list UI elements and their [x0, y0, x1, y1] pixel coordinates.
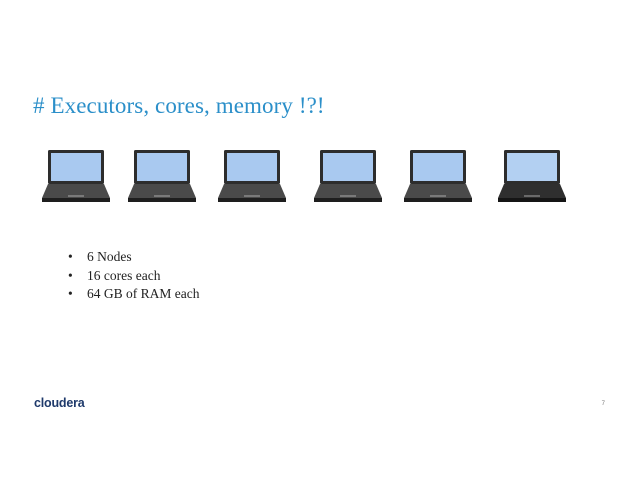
laptop-icon: [218, 148, 288, 204]
laptop-row: [0, 148, 638, 208]
laptop-icon: [498, 148, 568, 204]
bullet-item: • 64 GB of RAM each: [68, 285, 199, 304]
bullet-text: 16 cores each: [87, 267, 161, 283]
slide-title: # Executors, cores, memory !?!: [33, 93, 325, 118]
page-number: 7: [601, 401, 605, 407]
bullet-list: • 6 Nodes • 16 cores each • 64 GB of RAM…: [68, 248, 199, 304]
bullet-marker: •: [68, 249, 73, 264]
laptop-icon: [42, 148, 112, 204]
bullet-marker: •: [68, 286, 73, 301]
bullet-item: • 6 Nodes: [68, 248, 199, 267]
slide: # Executors, cores, memory !?! • 6 Nodes…: [0, 0, 638, 493]
laptop-icon: [404, 148, 474, 204]
cloudera-logo: cloudera: [34, 396, 85, 410]
bullet-marker: •: [68, 267, 73, 283]
laptop-icon: [128, 148, 198, 204]
laptop-icon: [314, 148, 384, 204]
bullet-item: • 16 cores each: [68, 267, 199, 286]
bullet-text: 64 GB of RAM each: [87, 286, 200, 301]
bullet-text: 6 Nodes: [87, 249, 132, 264]
